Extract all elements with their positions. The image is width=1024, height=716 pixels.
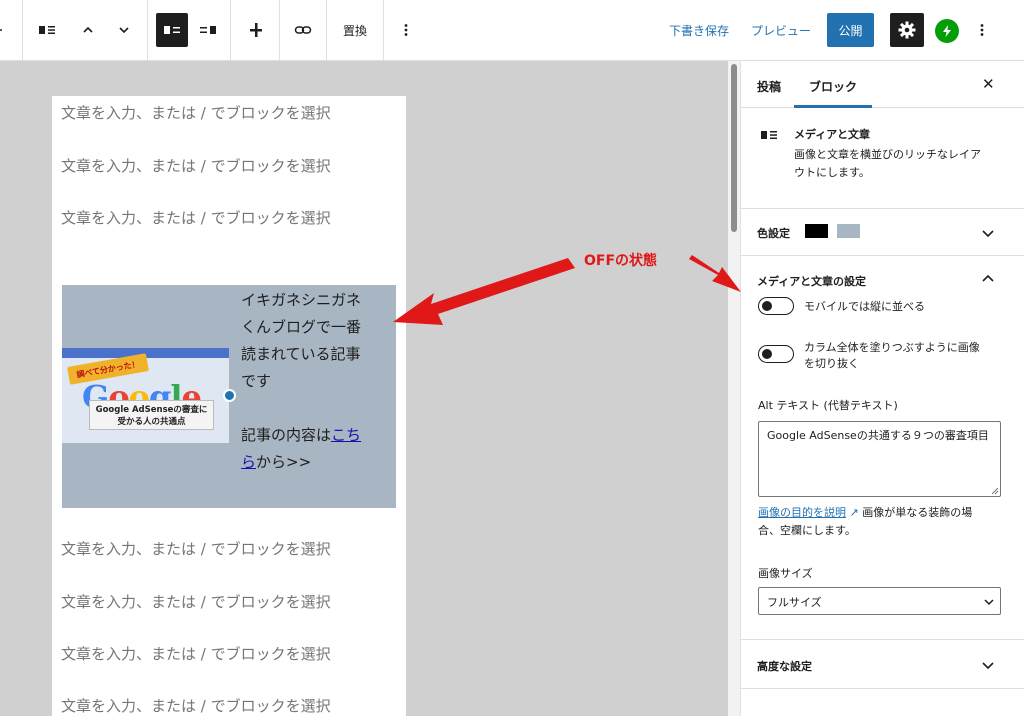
alt-text-input[interactable]: Google AdSenseの共通する９つの審査項目 <box>758 421 1001 497</box>
image-size-select[interactable]: フルサイズ <box>758 587 1001 615</box>
text-color-swatch <box>805 224 828 238</box>
canvas-scrollbar-thumb[interactable] <box>731 64 737 232</box>
alt-help-text-line2: 合、空欄にします。 <box>758 524 856 537</box>
settings-button[interactable] <box>890 13 924 47</box>
toolbar-divider <box>279 0 280 61</box>
alt-text-label: Alt テキスト (代替テキスト) <box>758 399 898 412</box>
advanced-panel[interactable]: 高度な設定 <box>741 641 1024 689</box>
stack-on-mobile-toggle[interactable] <box>758 297 794 315</box>
publish-button[interactable]: 公開 <box>827 13 874 47</box>
paragraph-placeholder[interactable]: 文章を入力、または / でブロックを選択 <box>61 591 331 612</box>
jetpack-button[interactable] <box>935 19 959 43</box>
paragraph-placeholder[interactable]: 文章を入力、または / でブロックを選択 <box>61 102 331 123</box>
block-options-icon[interactable] <box>392 13 420 47</box>
chevron-up-icon[interactable] <box>981 271 995 285</box>
move-up-icon[interactable] <box>72 13 104 47</box>
preview-button[interactable]: プレビュー <box>751 22 811 39</box>
crop-image-toggle[interactable] <box>758 345 794 363</box>
toolbar-divider <box>326 0 327 61</box>
more-options-icon[interactable] <box>972 13 992 47</box>
paragraph-placeholder[interactable]: 文章を入力、または / でブロックを選択 <box>61 695 331 716</box>
color-settings-panel[interactable]: 色設定 <box>741 209 1024 256</box>
media-text-link-line[interactable]: らから>> <box>241 451 311 472</box>
paragraph-placeholder[interactable]: 文章を入力、または / でブロックを選択 <box>61 643 331 664</box>
close-icon[interactable]: ✕ <box>982 75 995 93</box>
media-settings-title[interactable]: メディアと文章の設定 <box>757 273 866 289</box>
advanced-title: 高度な設定 <box>757 660 812 673</box>
save-draft-button[interactable]: 下書き保存 <box>669 22 729 39</box>
media-image[interactable]: 調べて分かった！ Google Google AdSenseの審査に 受かる人の… <box>62 348 229 443</box>
chevron-down-icon[interactable] <box>981 226 995 240</box>
media-left-icon[interactable] <box>156 13 188 47</box>
alt-help-rest: 画像が単なる装飾の場 <box>858 506 973 519</box>
media-text-line[interactable]: です <box>241 370 271 391</box>
link-suffix: から>> <box>256 453 312 471</box>
paragraph-placeholder[interactable]: 文章を入力、または / でブロックを選択 <box>61 538 331 559</box>
media-text-line[interactable]: イキガネシニガネ <box>241 289 361 310</box>
image-caption-line1: Google AdSenseの審査に <box>95 405 208 415</box>
block-description-line2: ウトにします。 <box>794 166 870 179</box>
link-prefix: 記事の内容は <box>241 426 332 444</box>
image-size-label: 画像サイズ <box>758 567 813 580</box>
chevron-down-icon <box>984 599 994 606</box>
media-text-block-icon[interactable] <box>31 13 63 47</box>
article-link[interactable]: こち <box>331 426 361 444</box>
image-caption-line2: 受かる人の共通点 <box>117 417 186 427</box>
describe-purpose-link[interactable]: 画像の目的を説明 <box>758 506 846 519</box>
replace-button[interactable]: 置換 <box>337 13 373 47</box>
paragraph-placeholder[interactable]: 文章を入力、または / でブロックを選択 <box>61 207 331 228</box>
annotation-label: OFFの状態 <box>584 253 658 269</box>
vertical-align-icon[interactable] <box>240 13 272 47</box>
crop-image-label-line2: を切り抜く <box>804 357 859 370</box>
block-description-line1: 画像と文章を横並びのリッチなレイア <box>794 148 981 161</box>
resize-handle[interactable] <box>223 389 236 402</box>
block-card: メディアと文章 画像と文章を横並びのリッチなレイア ウトにします。 <box>741 108 1024 209</box>
link-icon[interactable] <box>287 13 319 47</box>
toolbar-divider <box>230 0 231 61</box>
gear-icon <box>898 21 916 39</box>
toolbar-divider <box>147 0 148 61</box>
move-down-icon[interactable] <box>108 13 140 47</box>
media-text-line[interactable]: 読まれている記事 <box>241 343 361 364</box>
paragraph-placeholder[interactable]: 文章を入力、または / でブロックを選択 <box>61 155 331 176</box>
resize-grip-icon[interactable] <box>991 487 999 495</box>
list-view-icon[interactable] <box>0 13 8 47</box>
color-settings-title: 色設定 <box>757 227 790 240</box>
bolt-icon <box>943 25 951 37</box>
toolbar-divider <box>22 0 23 61</box>
toolbar-divider <box>383 0 384 61</box>
crop-image-label-line1: カラム全体を塗りつぶすように画像 <box>804 341 980 354</box>
block-title: メディアと文章 <box>794 128 871 141</box>
image-caption-card: Google AdSenseの審査に 受かる人の共通点 <box>89 400 214 430</box>
article-link[interactable]: ら <box>241 453 256 471</box>
external-link-icon: ↗ <box>846 506 859 519</box>
tab-post[interactable]: 投稿 <box>757 78 781 95</box>
media-text-link-line[interactable]: 記事の内容はこち <box>241 424 361 445</box>
stack-on-mobile-label: モバイルでは縦に並べる <box>804 300 925 313</box>
media-text-icon <box>760 127 778 146</box>
chevron-down-icon[interactable] <box>981 658 995 672</box>
alt-help-text-line1: 画像の目的を説明 ↗ 画像が単なる装飾の場 <box>758 505 972 521</box>
editor-toolbar: 置換 下書き保存 プレビュー 公開 <box>0 0 1024 61</box>
settings-sidebar: 投稿 ブロック ✕ メディアと文章 画像と文章を横並びのリッチなレイア ウトにし… <box>740 61 1024 716</box>
background-color-swatch <box>837 224 860 238</box>
block-editor: 置換 下書き保存 プレビュー 公開 文章を入力、または / でブロックを選択 文… <box>0 0 1024 716</box>
media-text-line[interactable]: くんブログで一番 <box>241 316 361 337</box>
sidebar-tabs: 投稿 ブロック ✕ <box>741 61 1024 108</box>
tab-block[interactable]: ブロック <box>809 78 857 95</box>
media-right-icon[interactable] <box>192 13 224 47</box>
